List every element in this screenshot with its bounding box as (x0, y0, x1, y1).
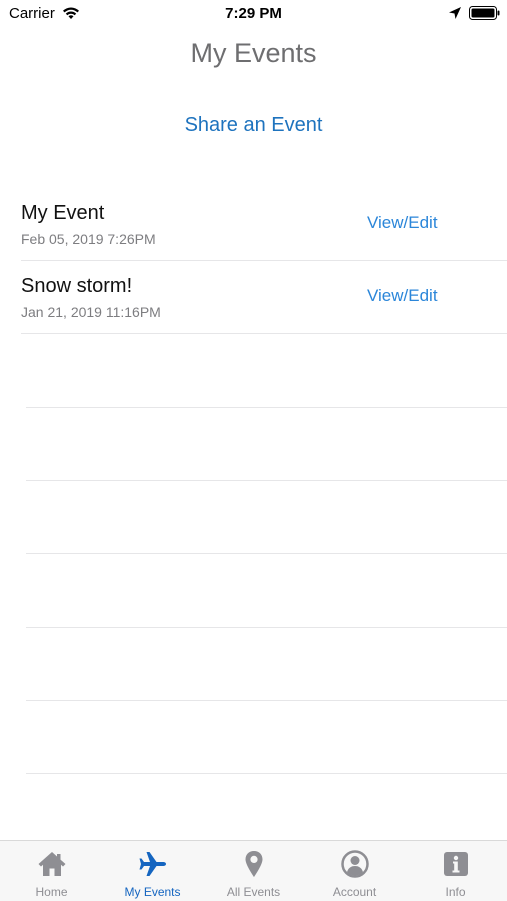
divider (26, 480, 507, 481)
tab-label: Info (445, 885, 466, 899)
tab-home[interactable]: Home (1, 841, 102, 901)
tab-my-events[interactable]: My Events (102, 841, 203, 901)
view-edit-button[interactable]: View/Edit (367, 286, 438, 306)
view-edit-button[interactable]: View/Edit (367, 213, 438, 233)
divider (26, 627, 507, 628)
tab-label: Account (332, 885, 377, 899)
tab-label: Home (35, 885, 68, 899)
home-icon (38, 852, 65, 876)
user-circle-icon (340, 850, 369, 878)
page-title: My Events (190, 38, 317, 68)
divider (26, 407, 507, 408)
tab-label: My Events (124, 885, 181, 899)
info-icon (443, 852, 468, 876)
tab-account[interactable]: Account (304, 841, 405, 901)
status-bar: Carrier 7:29 PM (0, 0, 507, 28)
tab-info[interactable]: Info (405, 841, 506, 901)
share-event-button[interactable]: Share an Event (0, 114, 507, 137)
tab-label: All Events (226, 885, 281, 899)
list-item: My Event Feb 05, 2019 7:26PM View/Edit (0, 188, 507, 261)
tab-all-events[interactable]: All Events (203, 841, 304, 901)
divider (21, 333, 507, 334)
location-arrow-icon (448, 6, 462, 25)
event-list: My Event Feb 05, 2019 7:26PM View/Edit S… (0, 188, 507, 334)
tab-bar: Home My Events All Events Account Info (0, 840, 507, 901)
event-name: Snow storm! (21, 275, 133, 297)
divider (26, 553, 507, 554)
divider (26, 773, 507, 774)
event-date: Jan 21, 2019 11:16PM (21, 304, 161, 320)
divider (26, 700, 507, 701)
battery-icon (469, 6, 501, 25)
map-pin-icon (245, 851, 262, 877)
airplane-icon (139, 852, 166, 876)
status-time: 7:29 PM (225, 5, 282, 22)
event-name: My Event (21, 202, 105, 224)
event-date: Feb 05, 2019 7:26PM (21, 231, 156, 247)
list-item: Snow storm! Jan 21, 2019 11:16PM View/Ed… (0, 261, 507, 334)
